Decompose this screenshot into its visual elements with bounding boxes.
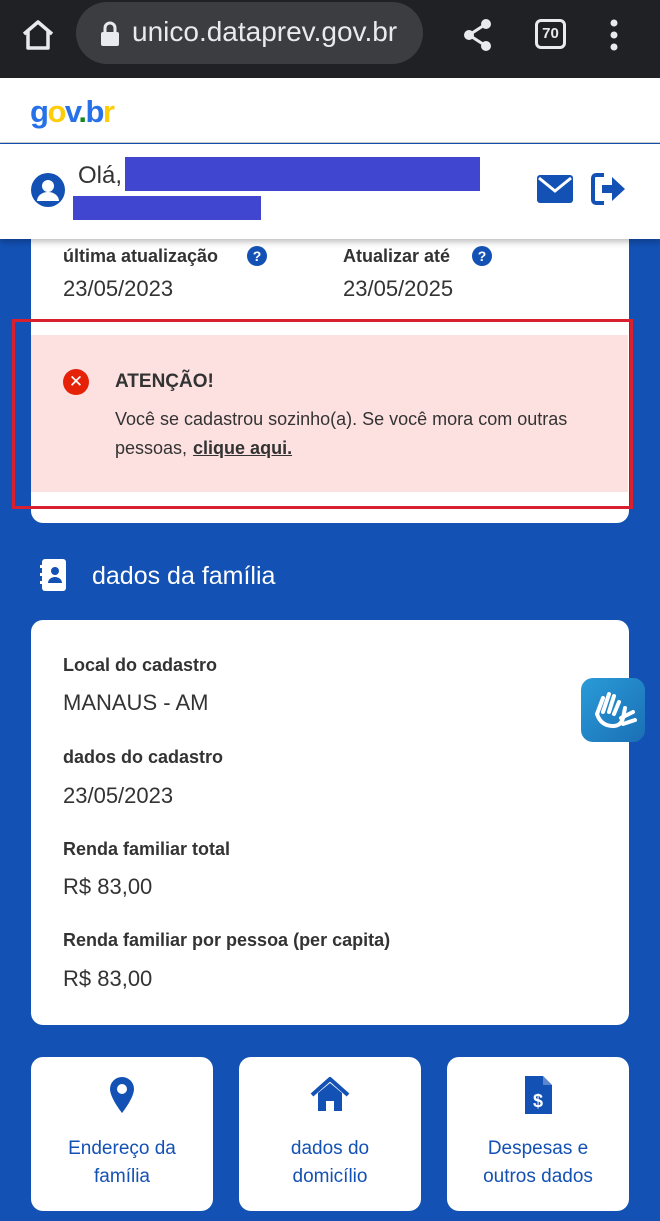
family-address-tile[interactable]: Endereço da família (31, 1057, 213, 1211)
tile-caption-line: família (94, 1166, 150, 1187)
mail-icon[interactable] (536, 174, 574, 204)
browser-toolbar: unico.dataprev.gov.br 70 (0, 0, 660, 78)
field-label: Renda familiar total (63, 839, 231, 859)
update-until-label: Atualizar até (343, 246, 451, 266)
tile-caption-line: outros dados (483, 1166, 593, 1187)
tile-caption: dados do domicílio (239, 1135, 421, 1191)
more-menu-icon[interactable] (604, 17, 624, 53)
vlibras-accessibility-button[interactable] (581, 678, 645, 742)
family-section-title: dados da família (92, 562, 276, 590)
expenses-tile[interactable]: $ Despesas e outros dados (447, 1057, 629, 1211)
tab-switcher-button[interactable]: 70 (535, 19, 566, 49)
field-label: Renda familiar por pessoa (per capita) (63, 930, 391, 950)
redacted-user-name-line2 (73, 196, 261, 220)
highlight-frame (12, 319, 633, 509)
map-pin-icon (110, 1077, 134, 1113)
tile-caption: Endereço da família (31, 1135, 213, 1191)
tile-caption-line: domicílio (292, 1166, 368, 1187)
field-value: R$ 83,00 (63, 874, 153, 899)
family-data-card: Local do cadastro MANAUS - AM dados do c… (31, 620, 629, 1025)
govbr-logo[interactable]: gov.br (30, 94, 115, 130)
address-url[interactable]: unico.dataprev.gov.br (132, 16, 397, 48)
field-value: MANAUS - AM (63, 690, 209, 715)
logout-icon[interactable] (591, 172, 627, 206)
user-avatar-icon[interactable] (30, 172, 66, 208)
lock-icon (101, 21, 119, 46)
last-update-value: 23/05/2023 (63, 276, 174, 301)
tile-caption-line: dados do (290, 1138, 370, 1159)
field-value: 23/05/2023 (63, 783, 174, 808)
field-value: R$ 83,00 (63, 966, 153, 991)
govbr-header: gov.br (0, 78, 660, 143)
tile-caption-line: Despesas e (487, 1138, 589, 1159)
household-data-tile[interactable]: dados do domicílio (239, 1057, 421, 1211)
user-bar: Olá, (0, 144, 660, 239)
redacted-user-name (125, 157, 480, 191)
last-update-help-icon[interactable]: ? (247, 246, 267, 266)
greeting-text: Olá, (78, 162, 123, 189)
invoice-icon: $ (525, 1076, 552, 1114)
update-until-help-icon[interactable]: ? (472, 246, 492, 266)
sign-language-hands-icon (595, 692, 637, 729)
home-icon[interactable] (20, 17, 56, 53)
tile-caption: Despesas e outros dados (447, 1135, 629, 1191)
share-icon[interactable] (462, 17, 494, 53)
svg-text:$: $ (533, 1091, 543, 1111)
tile-caption-line: Endereço da (68, 1138, 176, 1159)
field-label: dados do cadastro (63, 747, 224, 767)
house-icon (310, 1077, 350, 1111)
last-update-label: última atualização (63, 246, 219, 266)
address-book-icon (40, 559, 66, 591)
field-label: Local do cadastro (63, 655, 218, 675)
update-until-value: 23/05/2025 (343, 276, 454, 301)
